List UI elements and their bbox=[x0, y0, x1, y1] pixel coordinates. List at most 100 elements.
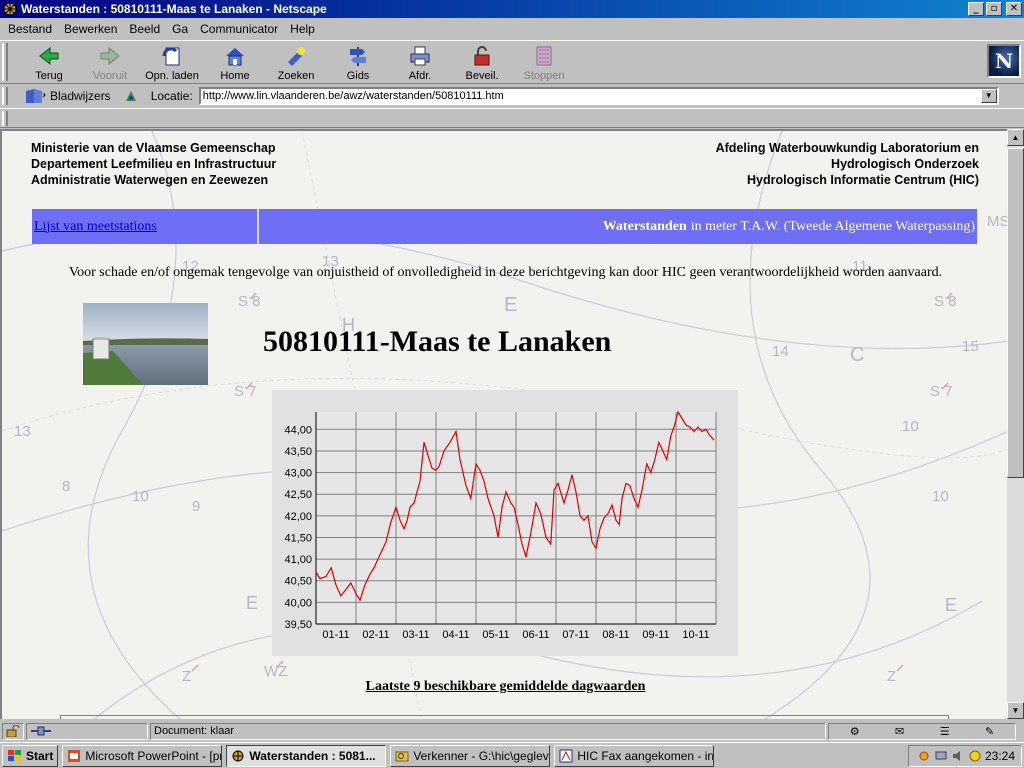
data-table-top-border bbox=[60, 715, 949, 719]
start-label: Start bbox=[26, 748, 54, 763]
close-button[interactable]: ✕ bbox=[1006, 2, 1022, 16]
powerpoint-icon bbox=[68, 749, 81, 762]
forward-button[interactable]: Vooruit bbox=[81, 43, 139, 83]
navigator-icon[interactable]: ⚙ bbox=[850, 725, 860, 738]
svg-text:10: 10 bbox=[932, 488, 949, 505]
svg-text:E: E bbox=[945, 595, 957, 615]
antivirus-icon[interactable] bbox=[968, 749, 982, 763]
minimize-button[interactable]: _ bbox=[968, 2, 984, 16]
task-netscape[interactable]: Waterstanden : 5081... bbox=[226, 744, 387, 767]
page-proxy-icon[interactable] bbox=[123, 88, 139, 104]
stop-button[interactable]: Stoppen bbox=[515, 43, 573, 83]
print-button[interactable]: Afdr. bbox=[391, 43, 449, 83]
network-icon[interactable] bbox=[934, 749, 948, 763]
menu-communicator[interactable]: Communicator bbox=[194, 22, 284, 36]
menu-bewerken[interactable]: Bewerken bbox=[58, 22, 123, 36]
task-powerpoint-label: Microsoft PowerPoint - [pre... bbox=[85, 748, 223, 763]
location-label: Locatie: bbox=[150, 89, 193, 103]
search-label: Zoeken bbox=[277, 70, 315, 82]
mail-icon[interactable]: ✉ bbox=[895, 725, 904, 738]
security-status-field[interactable] bbox=[2, 723, 24, 740]
x-tick-label: 07-11 bbox=[562, 629, 589, 641]
location-url-text: http://www.lin.vlaanderen.be/awz/waterst… bbox=[202, 90, 504, 102]
task-explorer[interactable]: Verkenner - G:\hic\geglev... bbox=[390, 744, 551, 767]
browser-content-area: S 8 S 8 S 7 S 7 E C H E E WZ Z Z 13 10 1… bbox=[0, 129, 1007, 719]
bookmarks-icon[interactable] bbox=[24, 87, 46, 105]
netscape-app-icon bbox=[3, 2, 17, 16]
location-url-field[interactable]: http://www.lin.vlaanderen.be/awz/waterst… bbox=[198, 87, 999, 105]
y-tick-label: 44,00 bbox=[284, 424, 312, 436]
x-tick-label: 06-11 bbox=[522, 629, 549, 641]
home-icon bbox=[226, 48, 244, 66]
guide-label: Gids bbox=[346, 70, 370, 82]
toolbar-grip[interactable] bbox=[2, 43, 8, 81]
system-tray: 23:24 bbox=[908, 745, 1022, 767]
security-label: Beveil. bbox=[465, 70, 499, 82]
url-dropdown-arrow-icon[interactable]: ▼ bbox=[980, 89, 997, 103]
windows-logo-icon bbox=[8, 749, 21, 761]
personal-toolbar-grip[interactable] bbox=[2, 111, 8, 126]
explorer-icon bbox=[395, 751, 409, 761]
component-bar: ⚙ ✉ ☰ ✎ bbox=[828, 723, 1016, 740]
scroll-thumb[interactable] bbox=[1007, 148, 1024, 478]
chart-caption: Laatste 9 beschikbare gemiddelde dagwaar… bbox=[365, 679, 646, 694]
task-powerpoint[interactable]: Microsoft PowerPoint - [pre... bbox=[62, 744, 223, 767]
department-header: Afdeling Waterbouwkundig Laboratorium en… bbox=[716, 140, 979, 188]
units-description: in meter T.A.W. (Tweede Algemene Waterpa… bbox=[690, 218, 975, 234]
clock[interactable]: 23:24 bbox=[985, 749, 1015, 763]
location-toolbar-grip[interactable] bbox=[2, 87, 8, 105]
department-line-3: Hydrologisch Informatie Centrum (HIC) bbox=[747, 173, 979, 187]
scroll-down-arrow-icon[interactable]: ▼ bbox=[1007, 702, 1024, 719]
svg-text:C: C bbox=[850, 344, 864, 366]
personal-toolbar bbox=[0, 108, 1024, 128]
printer-icon bbox=[410, 46, 430, 66]
navigation-banner: Lijst van meetstations Waterstanden in m… bbox=[32, 209, 977, 244]
composer-icon[interactable]: ✎ bbox=[985, 725, 994, 738]
units-cell: Waterstanden in meter T.A.W. (Tweede Alg… bbox=[259, 209, 977, 244]
menu-beeld[interactable]: Beeld bbox=[123, 22, 166, 36]
svg-text:S 7: S 7 bbox=[930, 383, 953, 400]
search-button[interactable]: Zoeken bbox=[267, 43, 325, 83]
back-button[interactable]: Terug bbox=[20, 43, 78, 83]
menu-ga[interactable]: Ga bbox=[166, 22, 194, 36]
x-tick-label: 08-11 bbox=[602, 629, 629, 641]
svg-text:MSE: MSE bbox=[987, 213, 1007, 230]
netscape-logo[interactable]: N bbox=[987, 44, 1021, 78]
window-title-bar[interactable]: Waterstanden : 50810111-Maas te Lanaken … bbox=[0, 0, 1024, 18]
x-tick-label: 01-11 bbox=[322, 629, 349, 641]
volume-speaker-icon[interactable] bbox=[951, 749, 965, 763]
x-tick-label: 03-11 bbox=[402, 629, 429, 641]
netscape-task-icon bbox=[232, 750, 244, 761]
scroll-up-arrow-icon[interactable]: ▲ bbox=[1007, 129, 1024, 146]
menu-bestand[interactable]: Bestand bbox=[2, 22, 58, 36]
discussion-icon[interactable]: ☰ bbox=[940, 725, 950, 738]
home-button[interactable]: Home bbox=[206, 43, 264, 83]
start-button[interactable]: Start bbox=[2, 744, 59, 767]
water-level-chart: 39,50 40,00 40,50 41,00 41,50 42,00 42,50 43,00… bbox=[272, 390, 738, 656]
task-hic-fax[interactable]: HIC Fax aangekomen - inb... bbox=[554, 744, 715, 767]
y-tick-label: 42,00 bbox=[284, 511, 312, 523]
y-tick-label: 40,50 bbox=[284, 576, 312, 588]
vertical-scrollbar[interactable]: ▲ ▼ bbox=[1007, 129, 1024, 719]
padlock-icon bbox=[474, 46, 490, 66]
status-message: Document: klaar bbox=[154, 725, 235, 737]
svg-text:S 8: S 8 bbox=[238, 293, 261, 310]
reload-button[interactable]: Opn. laden bbox=[143, 43, 201, 83]
bookmarks-label[interactable]: Bladwijzers bbox=[50, 89, 111, 103]
guide-button[interactable]: Gids bbox=[329, 43, 387, 83]
status-bar: Document: klaar ⚙ ✉ ☰ ✎ bbox=[0, 721, 1024, 742]
fax-icon bbox=[559, 749, 573, 762]
svg-text:WZ: WZ bbox=[264, 663, 287, 680]
waterstanden-label: Waterstanden bbox=[602, 218, 687, 234]
restore-button[interactable]: ▫ bbox=[986, 2, 1002, 16]
sun-icon[interactable] bbox=[917, 749, 931, 763]
ministry-line-3: Administratie Waterwegen en Zeewezen bbox=[31, 173, 269, 187]
stop-label: Stoppen bbox=[523, 70, 565, 82]
y-tick-label: 41,00 bbox=[284, 554, 312, 566]
back-arrow-icon bbox=[39, 46, 59, 66]
guide-signpost-icon bbox=[350, 47, 366, 66]
menu-help[interactable]: Help bbox=[284, 22, 321, 36]
x-tick-label: 09-11 bbox=[642, 629, 669, 641]
security-button[interactable]: Beveil. bbox=[453, 43, 511, 83]
stations-list-link[interactable]: Lijst van meetstations bbox=[34, 219, 157, 235]
